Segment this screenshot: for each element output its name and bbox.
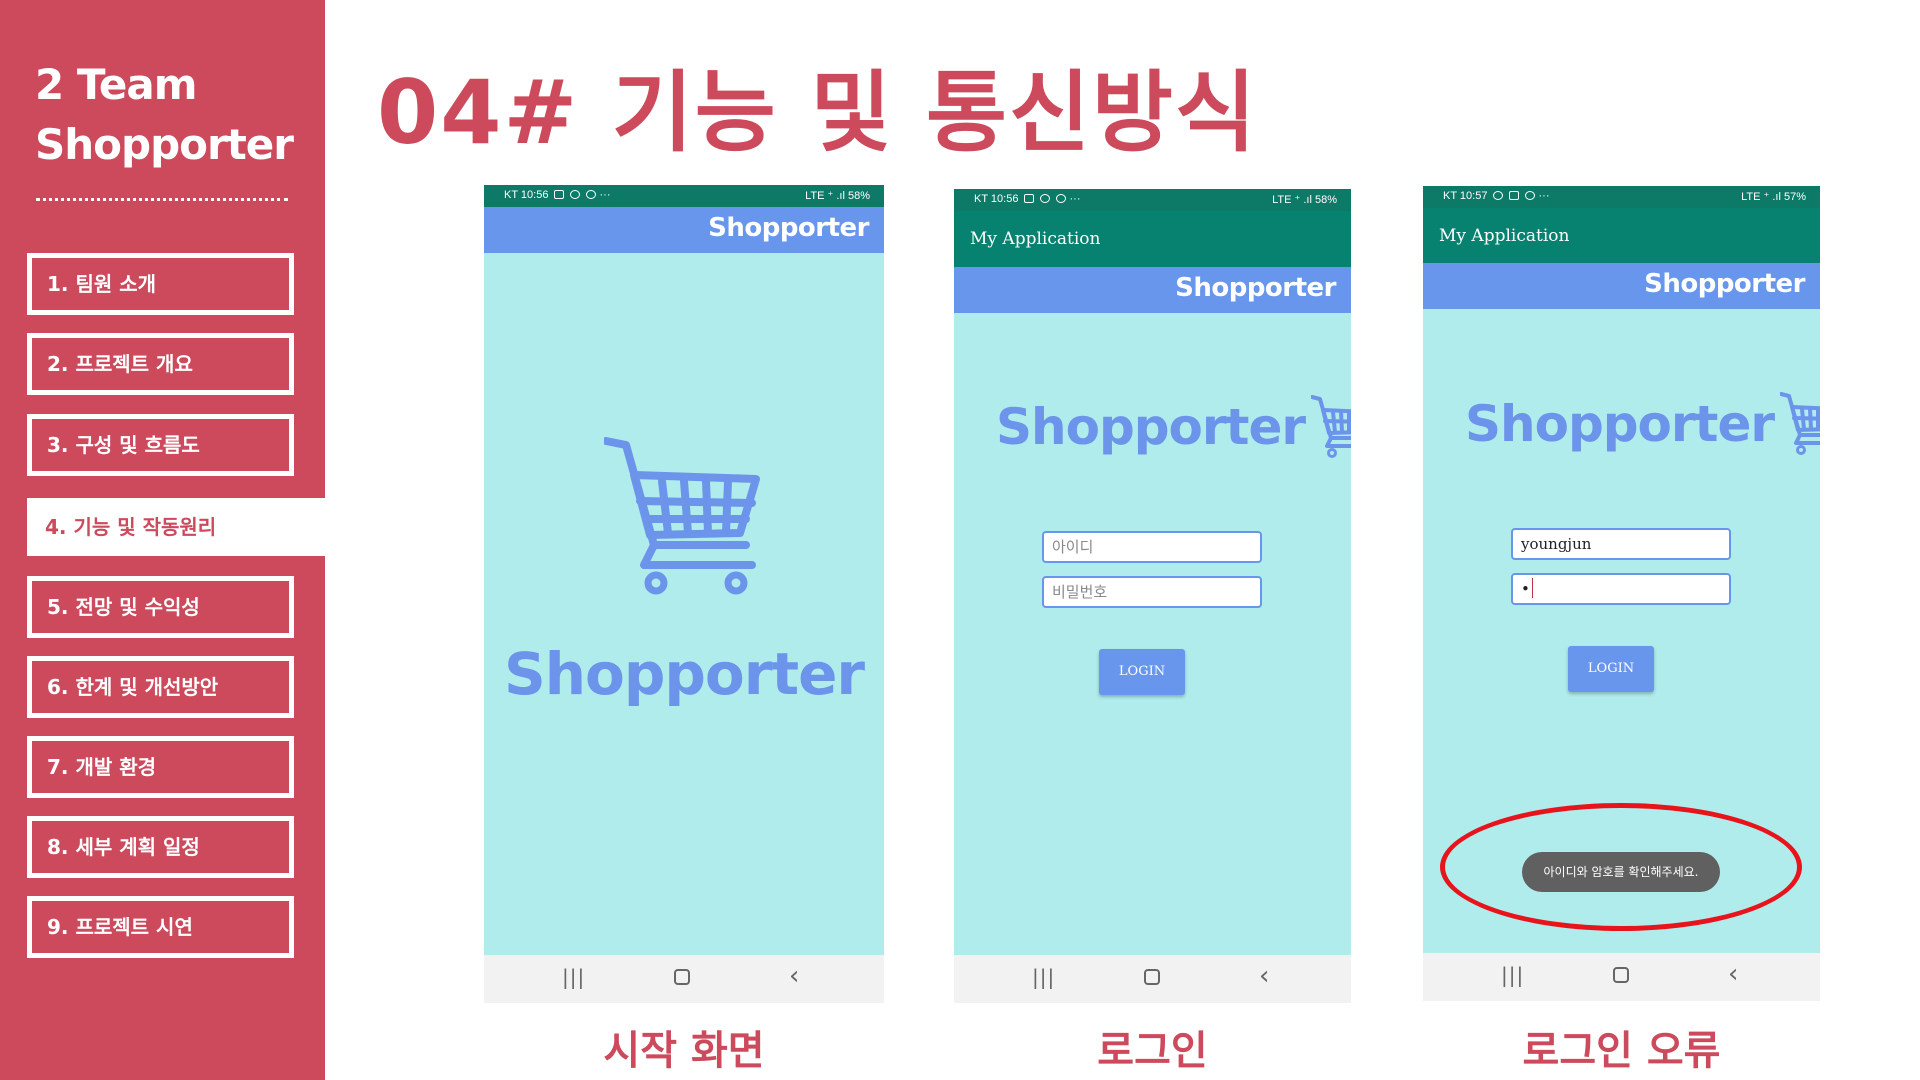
- sidebar-item-limits-improvements[interactable]: 6. 한계 및 개선방안: [27, 656, 294, 718]
- status-signal-battery: LTE ⁺ .ıl 58%: [805, 190, 870, 202]
- brand-bar-title: Shopporter: [708, 213, 869, 243]
- sidebar-item-structure-flow[interactable]: 3. 구성 및 흐름도: [27, 414, 294, 476]
- status-bar: KT 10:56 ··· LTE ⁺ .ıl 58%: [954, 189, 1351, 211]
- home-icon[interactable]: [1613, 967, 1629, 983]
- splash-logo-text: Shopporter: [503, 640, 865, 708]
- sidebar-item-label: 6. 한계 및 개선방안: [47, 675, 219, 699]
- gallery-icon: [554, 190, 565, 199]
- sidebar-item-label: 3. 구성 및 흐름도: [47, 433, 200, 457]
- back-icon[interactable]: ‹: [1728, 959, 1738, 989]
- sidebar-item-features-active[interactable]: 4. 기능 및 작동원리: [27, 498, 325, 556]
- status-carrier-time: KT 10:56: [974, 193, 1019, 205]
- caption-splash: 시작 화면: [603, 1028, 765, 1074]
- android-nav-bar: ||| ‹: [1423, 953, 1820, 1001]
- alarm-icon: [586, 190, 597, 199]
- login-button[interactable]: LOGIN: [1568, 646, 1654, 692]
- status-carrier-time: KT 10:56: [504, 189, 549, 201]
- sidebar-item-schedule[interactable]: 8. 세부 계획 일정: [27, 816, 294, 878]
- home-icon[interactable]: [674, 969, 690, 985]
- password-input[interactable]: 비밀번호: [1042, 576, 1262, 608]
- brand-bar-title: Shopporter: [1175, 273, 1336, 303]
- status-signal-battery: LTE ⁺ .ıl 57%: [1741, 191, 1806, 203]
- login-logo: Shopporter: [1465, 391, 1820, 457]
- sidebar-item-label: 2. 프로젝트 개요: [47, 352, 193, 376]
- phone-login-screen: KT 10:56 ··· LTE ⁺ .ıl 58% My Applicatio…: [954, 189, 1351, 1003]
- page-title: 04# 기능 및 통신방식: [377, 61, 1258, 164]
- sidebar-item-demo[interactable]: 9. 프로젝트 시연: [27, 896, 294, 958]
- brand-bar-title: Shopporter: [1644, 269, 1805, 299]
- sidebar-item-label: 8. 세부 계획 일정: [47, 835, 200, 859]
- sidebar-item-label: 7. 개발 환경: [47, 755, 157, 779]
- shopping-cart-icon: [1311, 395, 1351, 458]
- gallery-icon: [1024, 194, 1035, 203]
- team-line-1: 2 Team: [35, 60, 198, 109]
- sidebar-item-project-overview[interactable]: 2. 프로젝트 개요: [27, 333, 294, 395]
- team-name: 2 Team Shopporter: [35, 55, 294, 175]
- dotted-divider: [36, 198, 288, 201]
- alarm-icon: [1525, 191, 1536, 200]
- status-bar: KT 10:56 ··· LTE ⁺ .ıl 58%: [484, 185, 884, 207]
- caption-login-error: 로그인 오류: [1522, 1028, 1721, 1074]
- shopping-cart-icon: [604, 437, 760, 595]
- chat-icon: [1493, 191, 1504, 200]
- caption-login: 로그인: [1097, 1028, 1208, 1074]
- recent-apps-icon[interactable]: |||: [1032, 965, 1055, 989]
- app-bar: My Application: [954, 211, 1351, 267]
- recent-apps-icon[interactable]: |||: [562, 965, 585, 989]
- alarm-icon: [1056, 194, 1067, 203]
- status-carrier-time: KT 10:57: [1443, 190, 1488, 202]
- id-input[interactable]: youngjun: [1511, 528, 1731, 560]
- sidebar-item-label: 9. 프로젝트 시연: [47, 915, 193, 939]
- brand-bar: Shopporter: [954, 267, 1351, 313]
- sidebar-item-label: 1. 팀원 소개: [47, 272, 157, 296]
- home-icon[interactable]: [1144, 969, 1160, 985]
- sidebar-item-team-intro[interactable]: 1. 팀원 소개: [27, 253, 294, 315]
- chat-icon: [1040, 194, 1051, 203]
- brand-bar: Shopporter: [1423, 263, 1820, 309]
- id-input[interactable]: 아이디: [1042, 531, 1262, 563]
- sidebar-item-dev-environment[interactable]: 7. 개발 환경: [27, 736, 294, 798]
- status-bar: KT 10:57 ··· LTE ⁺ .ıl 57%: [1423, 186, 1820, 208]
- slide: 2 Team Shopporter 1. 팀원 소개 2. 프로젝트 개요 3.…: [0, 0, 1920, 1080]
- sidebar-item-outlook-profit[interactable]: 5. 전망 및 수익성: [27, 576, 294, 638]
- team-line-2: Shopporter: [35, 120, 294, 169]
- sidebar: 2 Team Shopporter 1. 팀원 소개 2. 프로젝트 개요 3.…: [0, 0, 325, 1080]
- error-highlight-ellipse: [1440, 803, 1802, 931]
- brand-bar: Shopporter: [484, 207, 884, 253]
- app-bar: My Application: [1423, 208, 1820, 263]
- login-button[interactable]: LOGIN: [1099, 649, 1185, 695]
- password-mask: •: [1521, 580, 1530, 598]
- shopping-cart-icon: [1780, 392, 1820, 455]
- android-nav-bar: ||| ‹: [954, 955, 1351, 1003]
- chat-icon: [570, 190, 581, 199]
- password-input[interactable]: •: [1511, 573, 1731, 605]
- text-cursor: [1531, 578, 1534, 598]
- logo-text: Shopporter: [996, 398, 1306, 456]
- back-icon[interactable]: ‹: [789, 961, 799, 991]
- gallery-icon: [1509, 191, 1520, 200]
- status-signal-battery: LTE ⁺ .ıl 58%: [1272, 194, 1337, 206]
- logo-text: Shopporter: [1465, 395, 1775, 453]
- android-nav-bar: ||| ‹: [484, 955, 884, 1003]
- phone-splash-screen: KT 10:56 ··· LTE ⁺ .ıl 58% Shopporter Sh…: [484, 185, 884, 1003]
- sidebar-item-label: 4. 기능 및 작동원리: [45, 515, 217, 539]
- sidebar-item-label: 5. 전망 및 수익성: [47, 595, 200, 619]
- back-icon[interactable]: ‹: [1259, 961, 1269, 991]
- recent-apps-icon[interactable]: |||: [1501, 963, 1524, 987]
- login-logo: Shopporter: [996, 394, 1351, 460]
